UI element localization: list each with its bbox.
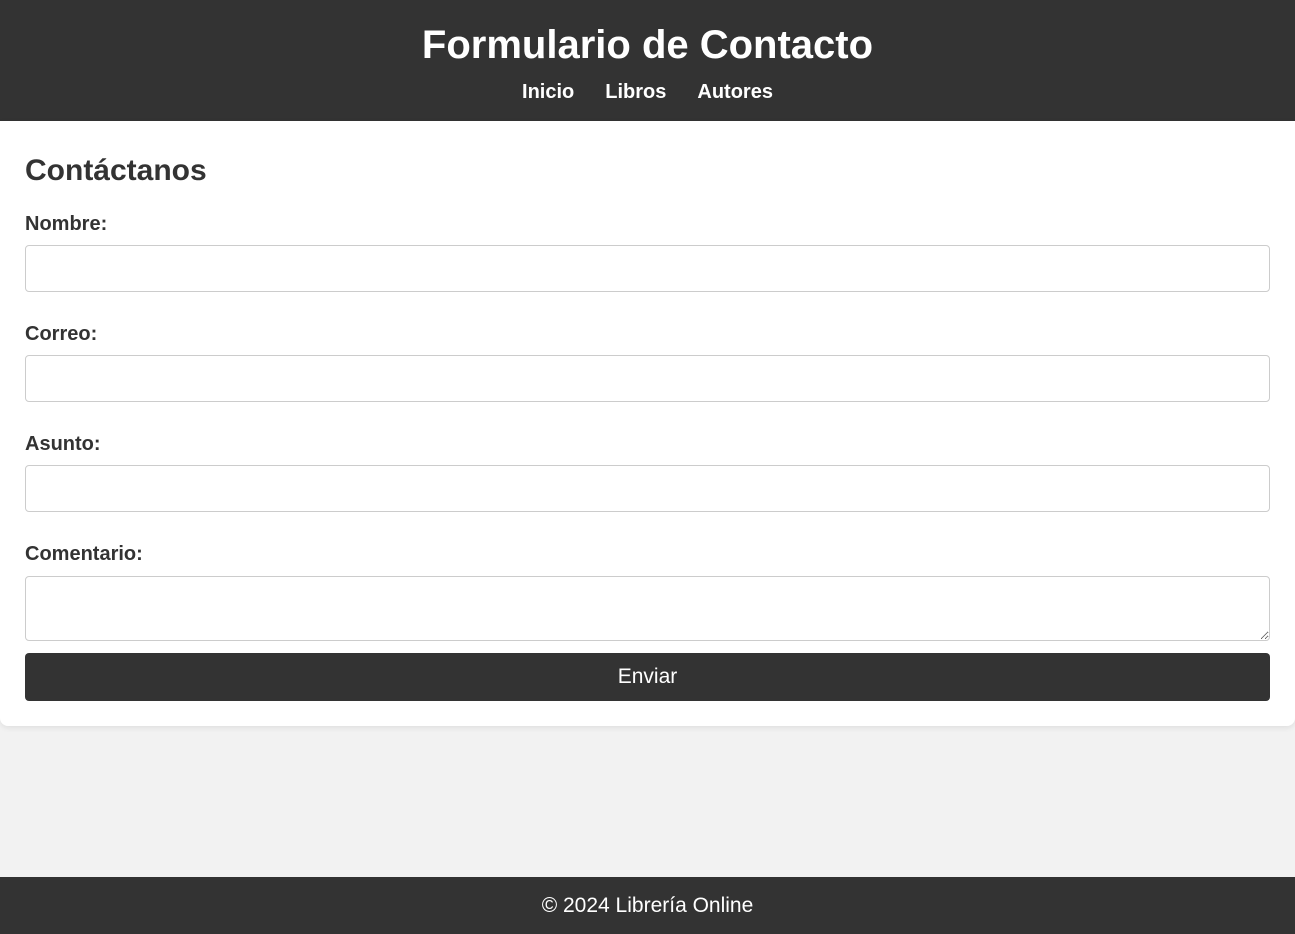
form-heading: Contáctanos bbox=[25, 154, 207, 187]
page-title: Formulario de Contacto bbox=[421, 23, 874, 67]
nav-link-libros[interactable]: Libros bbox=[605, 80, 666, 104]
site-footer: © 2024 Librería Online bbox=[0, 877, 1295, 934]
name-input[interactable] bbox=[25, 245, 1270, 292]
comment-label: Comentario: bbox=[25, 543, 143, 565]
nav-link-inicio[interactable]: Inicio bbox=[522, 80, 574, 104]
footer-text: © 2024 Librería Online bbox=[541, 894, 754, 917]
email-input[interactable] bbox=[25, 355, 1270, 402]
email-label: Correo: bbox=[25, 323, 98, 345]
site-header: Formulario de Contacto Inicio Libros Aut… bbox=[0, 0, 1295, 121]
subject-label: Asunto: bbox=[25, 433, 101, 455]
main-nav: Inicio Libros Autores bbox=[0, 80, 1295, 104]
nav-link-autores[interactable]: Autores bbox=[697, 80, 773, 104]
name-label: Nombre: bbox=[25, 213, 108, 235]
subject-input[interactable] bbox=[25, 465, 1270, 512]
comment-textarea[interactable] bbox=[25, 576, 1270, 641]
submit-button[interactable]: Enviar bbox=[25, 653, 1270, 701]
contact-form-card: Contáctanos Nombre: Correo: Asunto: Come… bbox=[0, 121, 1295, 726]
